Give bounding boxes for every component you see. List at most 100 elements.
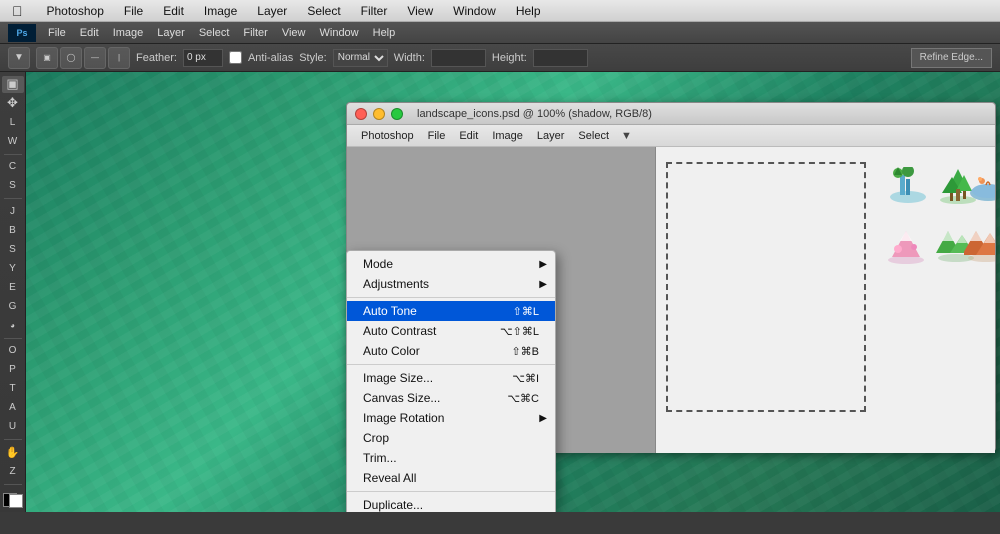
tool-pen[interactable]: P: [2, 361, 24, 378]
tool-slice[interactable]: S: [2, 177, 24, 194]
inner-menu-file[interactable]: File: [422, 128, 452, 144]
auto-contrast-shortcut: ⌥⇧⌘L: [500, 325, 539, 338]
width-label: Width:: [394, 52, 425, 64]
os-menu-edit[interactable]: Edit: [159, 2, 188, 20]
ps-menu-help[interactable]: Help: [367, 25, 402, 41]
os-menubar:  Photoshop File Edit Image Layer Select…: [0, 0, 1000, 22]
tool-wand[interactable]: W: [2, 133, 24, 150]
menu-item-adjustments-label: Adjustments: [363, 277, 429, 291]
menu-item-canvas-size-label: Canvas Size...: [363, 391, 440, 405]
tool-marquee[interactable]: ▣: [2, 76, 24, 93]
tool-zoom[interactable]: Z: [2, 463, 24, 480]
marquee-rect-btn[interactable]: ▣: [36, 47, 58, 69]
tool-lasso[interactable]: L: [2, 114, 24, 131]
menu-item-crop[interactable]: Crop: [347, 428, 555, 448]
inner-menu-photoshop[interactable]: Photoshop: [355, 128, 420, 144]
inner-menu-edit[interactable]: Edit: [453, 128, 484, 144]
menu-item-auto-color[interactable]: Auto Color ⇧⌘B: [347, 341, 555, 361]
canvas-size-shortcut: ⌥⌘C: [507, 392, 539, 405]
marquee-row-btn[interactable]: —: [84, 47, 106, 69]
auto-tone-shortcut: ⇧⌘L: [513, 305, 539, 318]
os-menu-help[interactable]: Help: [512, 2, 545, 20]
width-input[interactable]: [431, 49, 486, 67]
ps-menu-select[interactable]: Select: [193, 25, 236, 41]
toolbar-sep-3: [4, 338, 22, 339]
height-input[interactable]: [533, 49, 588, 67]
ps-workspace: ▣ ✥ L W C S J B S Y E G ◕ O P T A U ✋ Z: [0, 72, 1000, 512]
menu-item-trim[interactable]: Trim...: [347, 448, 555, 468]
marquee-ellipse-btn[interactable]: ◯: [60, 47, 82, 69]
os-menu-file[interactable]: File: [120, 2, 147, 20]
menu-item-image-rotation[interactable]: Image Rotation ▶: [347, 408, 555, 428]
tool-clone[interactable]: S: [2, 241, 24, 258]
menu-item-reveal-all[interactable]: Reveal All: [347, 468, 555, 488]
tool-preset-btn[interactable]: ▼: [8, 47, 30, 69]
icon-pond: [966, 165, 995, 206]
apple-menu[interactable]: : [8, 1, 27, 21]
window-close-btn[interactable]: [355, 108, 367, 120]
menu-item-image-size[interactable]: Image Size... ⌥⌘I: [347, 368, 555, 388]
inner-menu-image[interactable]: Image: [486, 128, 529, 144]
menu-item-auto-contrast[interactable]: Auto Contrast ⌥⇧⌘L: [347, 321, 555, 341]
tool-shape[interactable]: U: [2, 418, 24, 435]
tool-blur[interactable]: ◕: [2, 317, 24, 334]
menu-item-adjustments[interactable]: Adjustments ▶: [347, 274, 555, 294]
image-size-shortcut: ⌥⌘I: [512, 372, 539, 385]
tool-move[interactable]: ✥: [2, 95, 24, 112]
tool-path[interactable]: A: [2, 399, 24, 416]
menu-item-duplicate[interactable]: Duplicate...: [347, 495, 555, 512]
color-boxes[interactable]: [3, 493, 23, 508]
os-menu-image[interactable]: Image: [200, 2, 241, 20]
ps-menu-window[interactable]: Window: [314, 25, 365, 41]
icon-cloud: [994, 227, 995, 268]
background-color[interactable]: [9, 494, 23, 508]
style-select[interactable]: Normal: [333, 49, 388, 67]
height-label: Height:: [492, 52, 527, 64]
refine-edge-btn[interactable]: Refine Edge...: [911, 48, 992, 68]
menu-item-image-size-label: Image Size...: [363, 371, 433, 385]
os-menu-filter[interactable]: Filter: [357, 2, 392, 20]
menu-item-canvas-size[interactable]: Canvas Size... ⌥⌘C: [347, 388, 555, 408]
anti-alias-checkbox[interactable]: [229, 51, 242, 64]
ps-menu-filter[interactable]: Filter: [237, 25, 273, 41]
menu-item-mode-label: Mode: [363, 257, 393, 271]
os-menu-select[interactable]: Select: [303, 2, 344, 20]
feather-input[interactable]: [183, 49, 223, 67]
selection-marquee: [666, 162, 866, 412]
ps-menu-view[interactable]: View: [276, 25, 312, 41]
tool-eraser[interactable]: E: [2, 279, 24, 296]
ps-menu-file[interactable]: File: [42, 25, 72, 41]
white-canvas: [655, 147, 995, 453]
inner-menu-layer[interactable]: Layer: [531, 128, 571, 144]
toolbar-sep-1: [4, 154, 22, 155]
auto-color-shortcut: ⇧⌘B: [511, 345, 539, 358]
inner-menu-select[interactable]: Select: [572, 128, 615, 144]
tool-crop[interactable]: C: [2, 159, 24, 176]
tool-brush[interactable]: B: [2, 222, 24, 239]
window-minimize-btn[interactable]: [373, 108, 385, 120]
toolbar-sep-5: [4, 484, 22, 485]
menu-item-auto-contrast-label: Auto Contrast: [363, 324, 436, 338]
tool-type[interactable]: T: [2, 380, 24, 397]
tool-dodge[interactable]: O: [2, 342, 24, 359]
adjustments-arrow-icon: ▶: [539, 279, 547, 290]
tool-gradient[interactable]: G: [2, 298, 24, 315]
menu-item-auto-tone[interactable]: Auto Tone ⇧⌘L: [347, 301, 555, 321]
os-menu-layer[interactable]: Layer: [253, 2, 291, 20]
marquee-col-btn[interactable]: |: [108, 47, 130, 69]
icon-orange-mountains: [964, 225, 995, 266]
ps-menu-image[interactable]: Image: [107, 25, 150, 41]
menu-item-mode[interactable]: Mode ▶: [347, 254, 555, 274]
os-menu-view[interactable]: View: [403, 2, 437, 20]
tool-hand[interactable]: ✋: [2, 444, 24, 461]
os-menu-window[interactable]: Window: [449, 2, 500, 20]
tool-heal[interactable]: J: [2, 203, 24, 220]
menu-item-trim-label: Trim...: [363, 451, 397, 465]
ps-menu-layer[interactable]: Layer: [151, 25, 191, 41]
pond-svg: [966, 165, 995, 203]
ps-menu-edit[interactable]: Edit: [74, 25, 105, 41]
os-menu-photoshop[interactable]: Photoshop: [43, 2, 108, 20]
window-maximize-btn[interactable]: [391, 108, 403, 120]
tool-history[interactable]: Y: [2, 260, 24, 277]
ps-menubar: Ps File Edit Image Layer Select Filter V…: [0, 22, 1000, 44]
